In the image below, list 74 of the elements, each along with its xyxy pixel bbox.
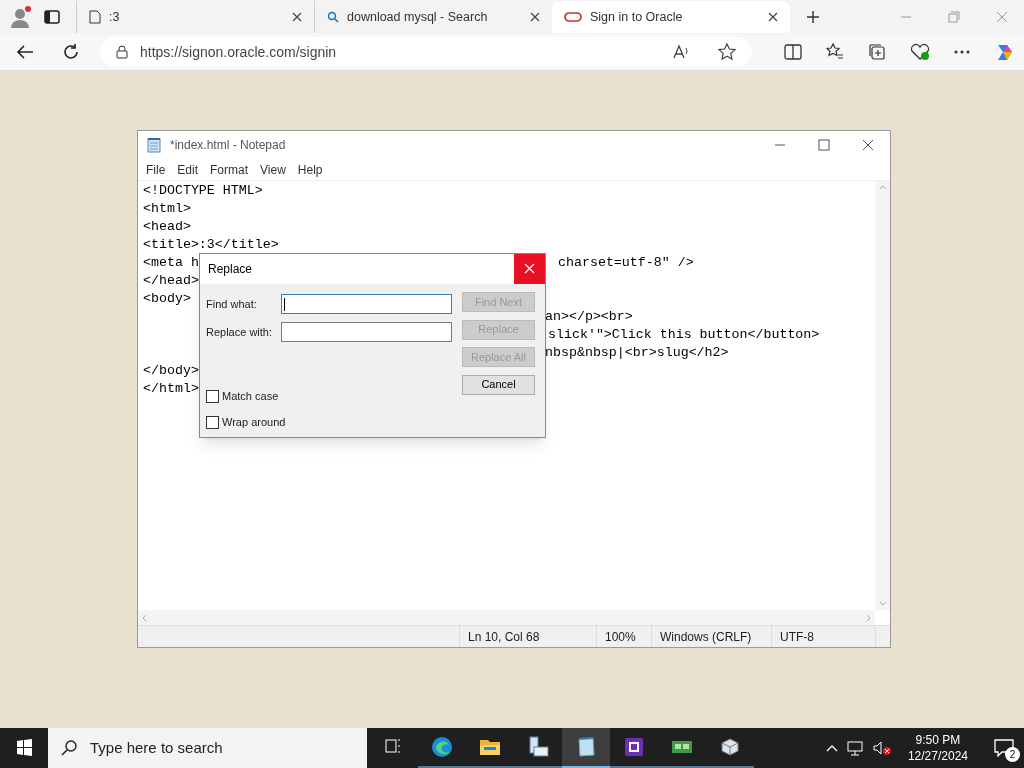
tab-title: Sign in to Oracle xyxy=(590,8,684,26)
menu-item[interactable]: View xyxy=(260,160,286,179)
search-box[interactable]: Type here to search xyxy=(48,728,367,768)
network-icon[interactable] xyxy=(845,740,864,756)
checkbox-label: Wrap around xyxy=(222,415,286,430)
chevron-up-icon[interactable] xyxy=(825,744,838,752)
read-aloud-icon[interactable] xyxy=(672,44,690,60)
close-icon[interactable] xyxy=(862,139,874,151)
menu-item[interactable]: File xyxy=(146,160,166,179)
close-icon[interactable] xyxy=(530,12,540,22)
code-line: charset=utf-8" /> xyxy=(558,254,694,272)
refresh-icon[interactable] xyxy=(62,43,80,61)
code-line: slick'">Click this button</button> xyxy=(548,326,820,344)
menu-item[interactable]: Help xyxy=(297,160,323,179)
window-title: *index.html - Notepad xyxy=(170,137,287,154)
code-line: <!DOCTYPE HTML> xyxy=(143,183,263,198)
code-line: <head> xyxy=(143,219,191,234)
heart-icon[interactable] xyxy=(910,43,930,61)
code-line: <meta h xyxy=(143,255,199,270)
new-tab-icon[interactable] xyxy=(806,10,820,24)
profile-icon[interactable] xyxy=(8,5,32,29)
checkbox[interactable] xyxy=(206,389,219,403)
collections-icon[interactable] xyxy=(868,43,886,61)
clock-date[interactable]: 12/27/2024 xyxy=(907,748,968,764)
notepad-icon xyxy=(146,137,162,153)
status-text: Ln 10, Col 68 xyxy=(468,628,540,646)
speaker-muted-icon[interactable] xyxy=(871,740,892,756)
favorites-icon[interactable] xyxy=(826,43,844,61)
code-line: </head> xyxy=(143,273,199,288)
search-icon xyxy=(327,11,339,23)
field-label: Find what: xyxy=(206,296,258,312)
close-icon[interactable] xyxy=(768,12,778,22)
more-icon[interactable] xyxy=(954,50,970,54)
message-icon xyxy=(994,739,1014,757)
code-line: <title>:3</title> xyxy=(143,237,279,252)
checkbox[interactable] xyxy=(206,415,219,429)
field-label: Replace with: xyxy=(206,324,274,340)
code-line: <body> xyxy=(143,291,191,306)
text-field[interactable] xyxy=(281,294,452,314)
lock-icon xyxy=(116,45,128,59)
clock-time[interactable]: 9:50 PM xyxy=(915,732,961,748)
code-line: </html> xyxy=(143,381,199,396)
url-text: https://signon.oracle.com/signin xyxy=(140,42,338,62)
code-line: an></p><br> xyxy=(545,308,633,326)
page-icon xyxy=(89,10,101,24)
status-text: UTF-8 xyxy=(780,628,814,646)
ring-icon xyxy=(564,11,582,23)
close-icon[interactable] xyxy=(292,12,302,22)
address-bar[interactable]: https://signon.oracle.com/signin xyxy=(100,37,752,67)
code-line: nbsp&nbsp|<br>slug</h2> xyxy=(545,344,729,362)
dialog-button[interactable]: Cancel xyxy=(462,374,535,395)
browser-tab[interactable]: Sign in to Oracle xyxy=(552,1,790,33)
menu-item[interactable]: Format xyxy=(210,160,249,179)
text-field[interactable] xyxy=(281,322,452,342)
dialog-title: Replace xyxy=(208,261,254,278)
code-line: </body> xyxy=(143,363,199,378)
menu-item[interactable]: Edit xyxy=(177,160,199,179)
tab-title: :3 xyxy=(109,8,121,26)
split-screen-icon[interactable] xyxy=(784,44,802,60)
checkbox-label: Match case xyxy=(222,389,279,404)
notifications-button[interactable]: 2 xyxy=(984,728,1024,768)
code-line: <html> xyxy=(143,201,191,216)
notepad-icon[interactable] xyxy=(562,728,610,768)
search-placeholder: Type here to search xyxy=(90,737,223,758)
browser-tab[interactable]: :3 xyxy=(76,1,314,33)
tab-title: download mysql - Search xyxy=(347,8,489,26)
tab-actions-icon[interactable] xyxy=(44,9,60,25)
star-icon[interactable] xyxy=(718,43,736,61)
back-icon[interactable] xyxy=(16,44,34,60)
maximize-icon[interactable] xyxy=(818,139,830,151)
search-icon xyxy=(60,739,78,757)
notification-count: 2 xyxy=(1005,747,1020,762)
status-text: Windows (CRLF) xyxy=(660,628,752,646)
status-text: 100% xyxy=(605,628,636,646)
